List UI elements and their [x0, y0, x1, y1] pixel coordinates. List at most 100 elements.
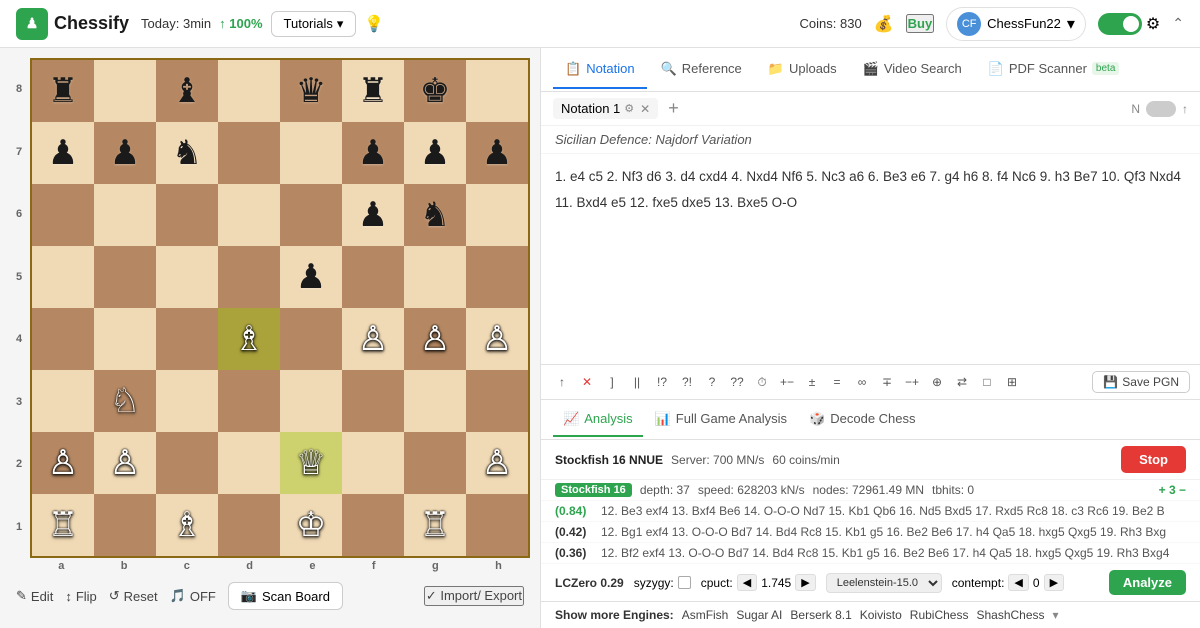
board-cell-2f[interactable]	[342, 432, 404, 494]
board-cell-3d[interactable]	[218, 370, 280, 432]
ann-clock-button[interactable]: ⏱	[751, 371, 773, 393]
board-cell-6a[interactable]	[32, 184, 94, 246]
board-cell-4c[interactable]	[156, 308, 218, 370]
sound-button[interactable]: 🎵 OFF	[170, 588, 216, 604]
tab-notation[interactable]: 📋 Notation	[553, 51, 647, 89]
board-cell-1b[interactable]	[94, 494, 156, 556]
tab-uploads[interactable]: 📁 Uploads	[756, 51, 849, 89]
analyze-button[interactable]: Analyze	[1109, 570, 1186, 595]
engine-asmfish[interactable]: AsmFish	[682, 608, 729, 622]
board-cell-8b[interactable]	[94, 60, 156, 122]
board-cell-7h[interactable]: ♟	[466, 122, 528, 184]
board-cell-4f[interactable]: ♙	[342, 308, 404, 370]
board-cell-7a[interactable]: ♟	[32, 122, 94, 184]
ann-inf-button[interactable]: ∞	[851, 371, 873, 393]
ann-eq-button[interactable]: =	[826, 371, 848, 393]
board-cell-8a[interactable]: ♜	[32, 60, 94, 122]
import-button[interactable]: ✓ Import/ Export	[424, 586, 524, 606]
scan-board-button[interactable]: 📷 Scan Board	[228, 582, 343, 610]
gear-icon[interactable]: ⚙	[1146, 14, 1160, 34]
board-cell-8d[interactable]	[218, 60, 280, 122]
notation-tab-item[interactable]: Notation 1 ⚙ ✕	[553, 98, 658, 119]
board-cell-3a[interactable]	[32, 370, 94, 432]
ann-minusplus-button[interactable]: −+	[901, 371, 923, 393]
board-cell-7b[interactable]: ♟	[94, 122, 156, 184]
board-cell-6h[interactable]	[466, 184, 528, 246]
cpuct-down-button[interactable]: ◀	[737, 574, 757, 591]
engine-berserk[interactable]: Berserk 8.1	[790, 608, 851, 622]
board-cell-4g[interactable]: ♙	[404, 308, 466, 370]
network-select[interactable]: Leelenstein-15.0	[826, 573, 942, 593]
add-notation-tab-button[interactable]: +	[668, 98, 679, 119]
ann-q-button[interactable]: ?	[701, 371, 723, 393]
more-engines-expand-icon[interactable]: ▾	[1053, 608, 1059, 622]
board-cell-5c[interactable]	[156, 246, 218, 308]
board-cell-8c[interactable]: ♝	[156, 60, 218, 122]
board-cell-1a[interactable]: ♖	[32, 494, 94, 556]
board-cell-2b[interactable]: ♙	[94, 432, 156, 494]
scroll-up-icon[interactable]: ↑	[1182, 102, 1188, 116]
board-cell-2c[interactable]	[156, 432, 218, 494]
board-cell-2a[interactable]: ♙	[32, 432, 94, 494]
board-cell-5f[interactable]	[342, 246, 404, 308]
board-cell-7d[interactable]	[218, 122, 280, 184]
analysis-line-3[interactable]: (0.36) 12. Bf2 exf4 13. O-O-O Bd7 14. Bd…	[541, 543, 1200, 564]
tab-reference[interactable]: 🔍 Reference	[649, 51, 754, 89]
flip-button[interactable]: ↕ Flip	[65, 589, 96, 604]
board-cell-4e[interactable]	[280, 308, 342, 370]
board-cell-5a[interactable]	[32, 246, 94, 308]
board-cell-6e[interactable]	[280, 184, 342, 246]
ann-circle-button[interactable]: ⊕	[926, 371, 948, 393]
buy-button[interactable]: Buy	[906, 14, 935, 33]
notation-toggle[interactable]	[1146, 101, 1176, 117]
notation-close-icon[interactable]: ✕	[640, 102, 650, 116]
board-cell-1d[interactable]	[218, 494, 280, 556]
board-cell-8g[interactable]: ♚	[404, 60, 466, 122]
board-cell-3h[interactable]	[466, 370, 528, 432]
ann-squarebox-button[interactable]: ⊞	[1001, 371, 1023, 393]
board-cell-4d[interactable]: ♗	[218, 308, 280, 370]
ann-interestingq-button[interactable]: !?	[651, 371, 673, 393]
board-cell-7e[interactable]	[280, 122, 342, 184]
board-cell-6f[interactable]: ♟	[342, 184, 404, 246]
theme-toggle[interactable]: ⚙	[1098, 13, 1160, 35]
ann-square-button[interactable]: □	[976, 371, 998, 393]
board-cell-5h[interactable]	[466, 246, 528, 308]
board-cell-5d[interactable]	[218, 246, 280, 308]
reset-button[interactable]: ↺ Reset	[109, 588, 158, 604]
board-cell-8e[interactable]: ♛	[280, 60, 342, 122]
ann-up-button[interactable]: ↑	[551, 371, 573, 393]
ann-x-button[interactable]: ✕	[576, 371, 598, 393]
board-cell-4a[interactable]	[32, 308, 94, 370]
save-pgn-button[interactable]: 💾 Save PGN	[1092, 371, 1190, 393]
moves-content[interactable]: 1. e4 c5 2. Nf3 d6 3. d4 cxd4 4. Nxd4 Nf…	[541, 154, 1200, 364]
board-cell-5b[interactable]	[94, 246, 156, 308]
engine-koivisto[interactable]: Koivisto	[860, 608, 902, 622]
tab-full-game-analysis[interactable]: 📊 Full Game Analysis	[645, 403, 797, 437]
board-cell-6g[interactable]: ♞	[404, 184, 466, 246]
tab-pdf-scanner[interactable]: 📄 PDF Scanner beta	[976, 51, 1132, 89]
board-cell-6b[interactable]	[94, 184, 156, 246]
ann-pause-button[interactable]: ||	[626, 371, 648, 393]
edit-button[interactable]: ✎ Edit	[16, 588, 53, 604]
board-cell-8h[interactable]	[466, 60, 528, 122]
engine-shashchess[interactable]: ShashChess	[976, 608, 1044, 622]
board-cell-1e[interactable]: ♔	[280, 494, 342, 556]
board-cell-1h[interactable]	[466, 494, 528, 556]
tab-analysis[interactable]: 📈 Analysis	[553, 403, 643, 437]
contempt-up-button[interactable]: ▶	[1044, 574, 1064, 591]
board-cell-7c[interactable]: ♞	[156, 122, 218, 184]
ann-qq-button[interactable]: ??	[726, 371, 748, 393]
bulb-icon[interactable]: 💡	[364, 14, 384, 34]
user-area[interactable]: CF ChessFun22 ▾	[946, 7, 1086, 41]
board-cell-3f[interactable]	[342, 370, 404, 432]
stop-button[interactable]: Stop	[1121, 446, 1186, 473]
contempt-down-button[interactable]: ◀	[1008, 574, 1028, 591]
board-cell-3g[interactable]	[404, 370, 466, 432]
board-cell-6d[interactable]	[218, 184, 280, 246]
analysis-line-1[interactable]: (0.84) 12. Be3 exf4 13. Bxf4 Be6 14. O-O…	[541, 501, 1200, 522]
chessboard[interactable]: ♜♝♛♜♚♟♟♞♟♟♟♟♞♟♗♙♙♙♘♙♙♕♙♖♗♔♖	[30, 58, 530, 558]
board-cell-5g[interactable]	[404, 246, 466, 308]
analysis-line-2[interactable]: (0.42) 12. Bg1 exf4 13. O-O-O Bd7 14. Bd…	[541, 522, 1200, 543]
engine-rubichess[interactable]: RubiChess	[910, 608, 969, 622]
